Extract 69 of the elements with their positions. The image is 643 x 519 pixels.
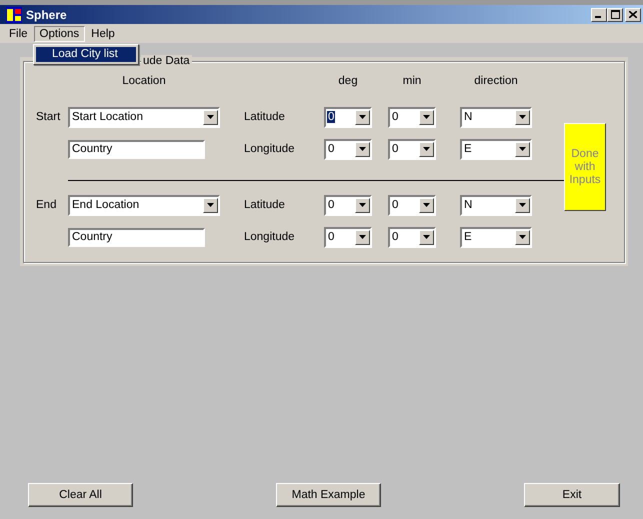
dropdown-button[interactable] xyxy=(203,110,218,124)
column-header: deg xyxy=(338,75,358,87)
caret-icon xyxy=(519,147,526,151)
minute-dropdown[interactable]: 0 xyxy=(388,106,436,128)
caret-icon xyxy=(359,203,366,207)
direction-dropdown[interactable]: E xyxy=(460,226,532,248)
dropdown-button[interactable] xyxy=(419,230,434,244)
action-button[interactable]: Clear All xyxy=(28,483,133,507)
coordinate-label: Latitude xyxy=(244,111,286,123)
caret-icon xyxy=(359,235,366,239)
location-dropdown[interactable]: End Location xyxy=(68,194,220,216)
direction-dropdown[interactable]: N xyxy=(460,194,532,216)
minute-dropdown[interactable]: 0 xyxy=(388,226,436,248)
close-icon xyxy=(629,11,637,18)
country-input[interactable]: Country xyxy=(68,140,205,158)
caret-icon xyxy=(423,115,430,119)
caret-icon xyxy=(423,147,430,151)
section-label: End xyxy=(36,199,58,211)
column-header: min xyxy=(402,75,422,87)
dropdown-button[interactable] xyxy=(515,230,530,244)
column-header: direction xyxy=(474,75,518,87)
menu-item[interactable]: Help xyxy=(85,26,121,42)
caret-icon xyxy=(423,235,430,239)
degree-dropdown[interactable]: 0 xyxy=(324,226,372,248)
maximize-button[interactable] xyxy=(607,8,623,22)
column-header: Location xyxy=(122,75,166,87)
caret-icon xyxy=(519,235,526,239)
degree-dropdown[interactable]: 0 xyxy=(324,138,372,160)
close-button[interactable] xyxy=(625,8,641,22)
direction-dropdown[interactable]: E xyxy=(460,138,532,160)
caret-icon xyxy=(207,203,214,207)
action-button[interactable]: Math Example xyxy=(276,483,381,507)
dropdown-button[interactable] xyxy=(355,198,370,212)
minute-dropdown[interactable]: 0 xyxy=(388,138,436,160)
degree-dropdown[interactable]: 0 xyxy=(324,106,372,128)
dropdown-button[interactable] xyxy=(203,198,218,212)
direction-dropdown[interactable]: N xyxy=(460,106,532,128)
dropdown-button[interactable] xyxy=(355,142,370,156)
menu-item[interactable]: Options xyxy=(34,26,86,42)
dropdown-button[interactable] xyxy=(515,110,530,124)
minimize-button[interactable] xyxy=(591,8,607,22)
degree-dropdown[interactable]: 0 xyxy=(324,194,372,216)
dropdown-button[interactable] xyxy=(515,142,530,156)
caret-icon xyxy=(519,115,526,119)
dropdown-button[interactable] xyxy=(419,110,434,124)
dropdown-button[interactable] xyxy=(515,198,530,212)
dropdown-button[interactable] xyxy=(355,110,370,124)
caret-icon xyxy=(359,147,366,151)
caret-icon xyxy=(207,115,214,119)
menu-option[interactable]: Load City list xyxy=(36,47,136,62)
app-logo-icon xyxy=(6,6,22,22)
caret-icon xyxy=(359,115,366,119)
menu-item[interactable]: File xyxy=(3,26,34,42)
coordinate-label: Longitude xyxy=(244,231,296,243)
dropdown-button[interactable] xyxy=(419,142,434,156)
caret-icon xyxy=(519,203,526,207)
window-title: Sphere xyxy=(26,8,68,22)
coordinate-label: Latitude xyxy=(244,199,286,211)
maximize-icon xyxy=(610,10,620,19)
caret-icon xyxy=(423,203,430,207)
location-dropdown[interactable]: Start Location xyxy=(68,106,220,128)
dropdown-button[interactable] xyxy=(355,230,370,244)
group-title: ude Data xyxy=(141,55,192,67)
action-button[interactable]: Exit xyxy=(524,483,620,507)
section-label: Start xyxy=(36,111,62,123)
coordinate-label: Longitude xyxy=(244,143,296,155)
minute-dropdown[interactable]: 0 xyxy=(388,194,436,216)
country-input[interactable]: Country xyxy=(68,228,205,246)
dropdown-button[interactable] xyxy=(419,198,434,212)
